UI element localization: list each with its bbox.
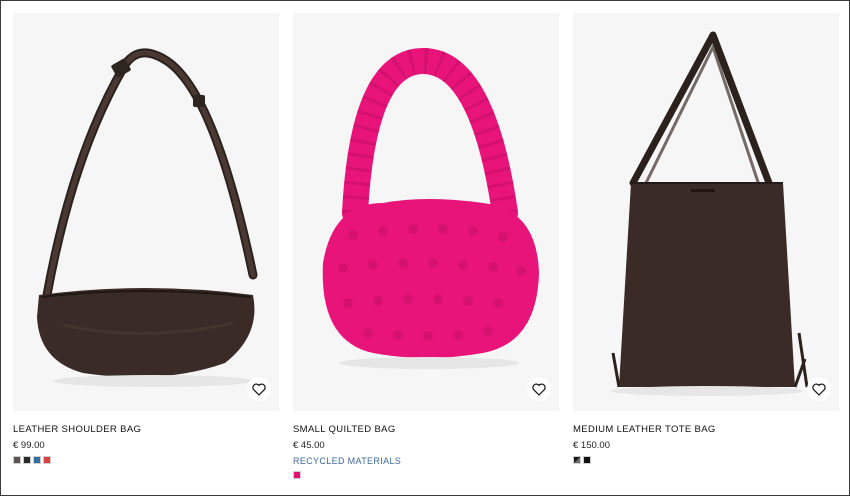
product-image[interactable]: [13, 13, 279, 411]
wishlist-button[interactable]: [807, 377, 831, 401]
color-swatch[interactable]: [13, 456, 21, 464]
color-swatch[interactable]: [583, 456, 591, 464]
color-swatch[interactable]: [23, 456, 31, 464]
product-name[interactable]: LEATHER SHOULDER BAG: [13, 424, 279, 435]
color-swatch[interactable]: [573, 456, 581, 464]
product-card[interactable]: MEDIUM LEATHER TOTE BAG € 150.00: [573, 13, 839, 464]
product-card[interactable]: LEATHER SHOULDER BAG € 99.00: [13, 13, 279, 464]
product-image[interactable]: [293, 13, 559, 411]
wishlist-button[interactable]: [527, 377, 551, 401]
product-image[interactable]: [573, 13, 839, 411]
product-price: € 150.00: [573, 440, 610, 451]
wishlist-button[interactable]: [247, 377, 271, 401]
color-swatch[interactable]: [293, 471, 301, 479]
product-name[interactable]: SMALL QUILTED BAG: [293, 424, 559, 435]
color-swatches: [573, 456, 839, 464]
product-name[interactable]: MEDIUM LEATHER TOTE BAG: [573, 424, 839, 435]
product-grid: LEATHER SHOULDER BAG € 99.00 SMALL QUILT…: [0, 0, 850, 496]
product-price: € 45.00: [293, 440, 325, 451]
heart-outline-icon: [812, 382, 826, 396]
heart-outline-icon: [252, 382, 266, 396]
leather-tote-bag-image: [611, 31, 809, 396]
color-swatches: [13, 456, 279, 464]
color-swatch[interactable]: [43, 456, 51, 464]
color-swatch[interactable]: [33, 456, 41, 464]
product-price: € 99.00: [13, 440, 45, 451]
color-swatches: [293, 471, 559, 479]
product-card[interactable]: SMALL QUILTED BAG € 45.00 RECYCLED MATER…: [293, 13, 559, 479]
quilted-bag-image: [322, 47, 539, 369]
heart-outline-icon: [532, 382, 546, 396]
leather-shoulder-bag-image: [37, 48, 258, 387]
recycled-materials-badge: RECYCLED MATERIALS: [293, 456, 402, 466]
